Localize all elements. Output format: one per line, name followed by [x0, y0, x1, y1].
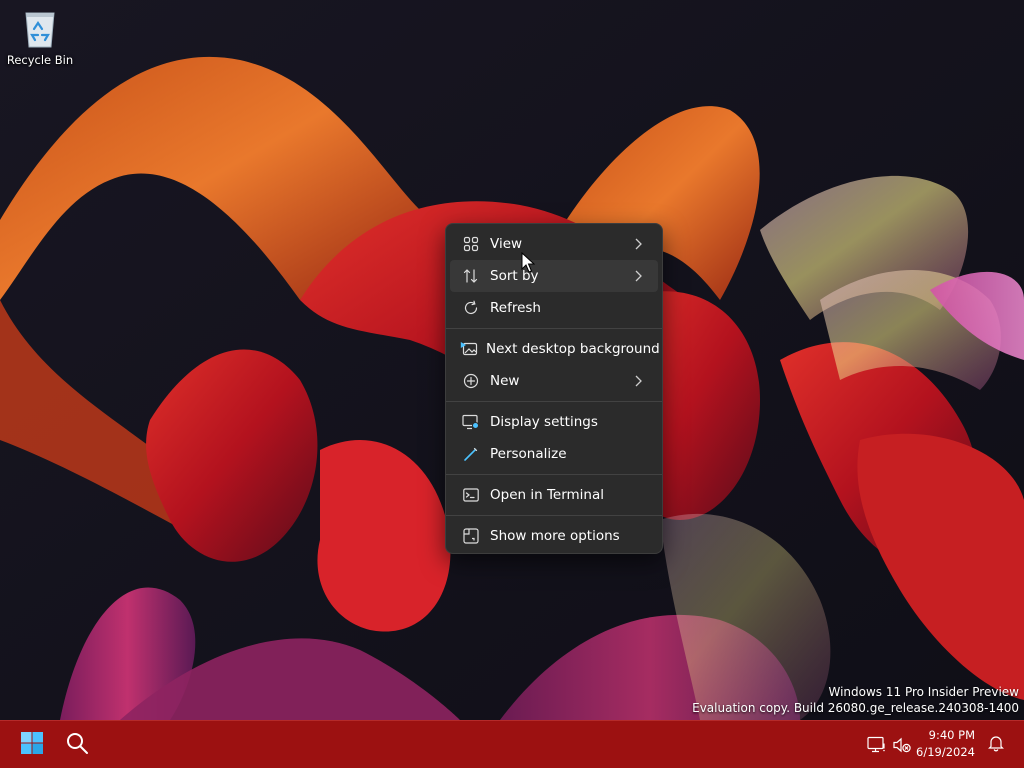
start-button[interactable] — [12, 725, 52, 765]
taskbar: 9:40 PM 6/19/2024 — [0, 720, 1024, 768]
clock[interactable]: 9:40 PM 6/19/2024 — [915, 727, 975, 763]
windows-logo-icon — [20, 731, 44, 759]
watermark-line-edition: Windows 11 Pro Insider Preview — [828, 685, 1019, 699]
notification-center-button[interactable] — [985, 734, 1007, 756]
menu-separator — [446, 328, 662, 329]
desktop[interactable]: Recycle Bin View Sort by Refresh Next de… — [0, 0, 1024, 768]
menu-item-label: Open in Terminal — [490, 487, 604, 503]
view-grid-icon — [460, 233, 482, 255]
desktop-icon-label: Recycle Bin — [6, 53, 74, 67]
personalize-pen-icon — [460, 443, 482, 465]
menu-separator — [446, 474, 662, 475]
menu-item-sort-by[interactable]: Sort by — [450, 260, 658, 292]
clock-date: 6/19/2024 — [916, 745, 975, 759]
search-icon — [65, 731, 89, 759]
watermark-line-build: Evaluation copy. Build 26080.ge_release.… — [692, 701, 1019, 715]
menu-item-label: Next desktop background — [486, 341, 660, 357]
bell-icon — [987, 734, 1005, 756]
show-more-options-icon — [460, 525, 482, 547]
menu-separator — [446, 401, 662, 402]
menu-item-label: View — [490, 236, 523, 252]
refresh-icon — [460, 297, 482, 319]
menu-item-next-desktop-background[interactable]: Next desktop background — [450, 333, 660, 365]
menu-item-display-settings[interactable]: Display settings — [450, 406, 658, 438]
menu-item-view[interactable]: View — [450, 228, 658, 260]
chevron-right-icon — [630, 373, 646, 389]
clock-time: 9:40 PM — [928, 728, 975, 742]
volume-muted-icon[interactable] — [891, 734, 913, 756]
menu-item-open-in-terminal[interactable]: Open in Terminal — [450, 479, 658, 511]
recycle-bin-icon — [20, 6, 60, 50]
new-plus-icon — [460, 370, 482, 392]
display-settings-icon — [460, 411, 482, 433]
menu-item-refresh[interactable]: Refresh — [450, 292, 658, 324]
menu-item-label: Show more options — [490, 528, 620, 544]
chevron-right-icon — [630, 268, 646, 284]
menu-item-label: Refresh — [490, 300, 541, 316]
menu-item-new[interactable]: New — [450, 365, 658, 397]
chevron-right-icon — [630, 236, 646, 252]
sort-icon — [460, 265, 482, 287]
desktop-icon-recycle-bin[interactable]: Recycle Bin — [2, 6, 78, 76]
desktop-context-menu: View Sort by Refresh Next desktop backgr… — [445, 223, 663, 554]
menu-item-personalize[interactable]: Personalize — [450, 438, 658, 470]
menu-item-label: New — [490, 373, 520, 389]
network-icon[interactable] — [866, 734, 888, 756]
mouse-cursor-icon — [521, 252, 535, 273]
terminal-icon — [460, 484, 482, 506]
menu-item-show-more-options[interactable]: Show more options — [450, 520, 658, 552]
menu-item-label: Personalize — [490, 446, 567, 462]
menu-separator — [446, 515, 662, 516]
menu-item-label: Display settings — [490, 414, 598, 430]
evaluation-watermark: Windows 11 Pro Insider Preview Evaluatio… — [692, 684, 1019, 716]
search-button[interactable] — [57, 725, 97, 765]
next-background-icon — [460, 338, 478, 360]
